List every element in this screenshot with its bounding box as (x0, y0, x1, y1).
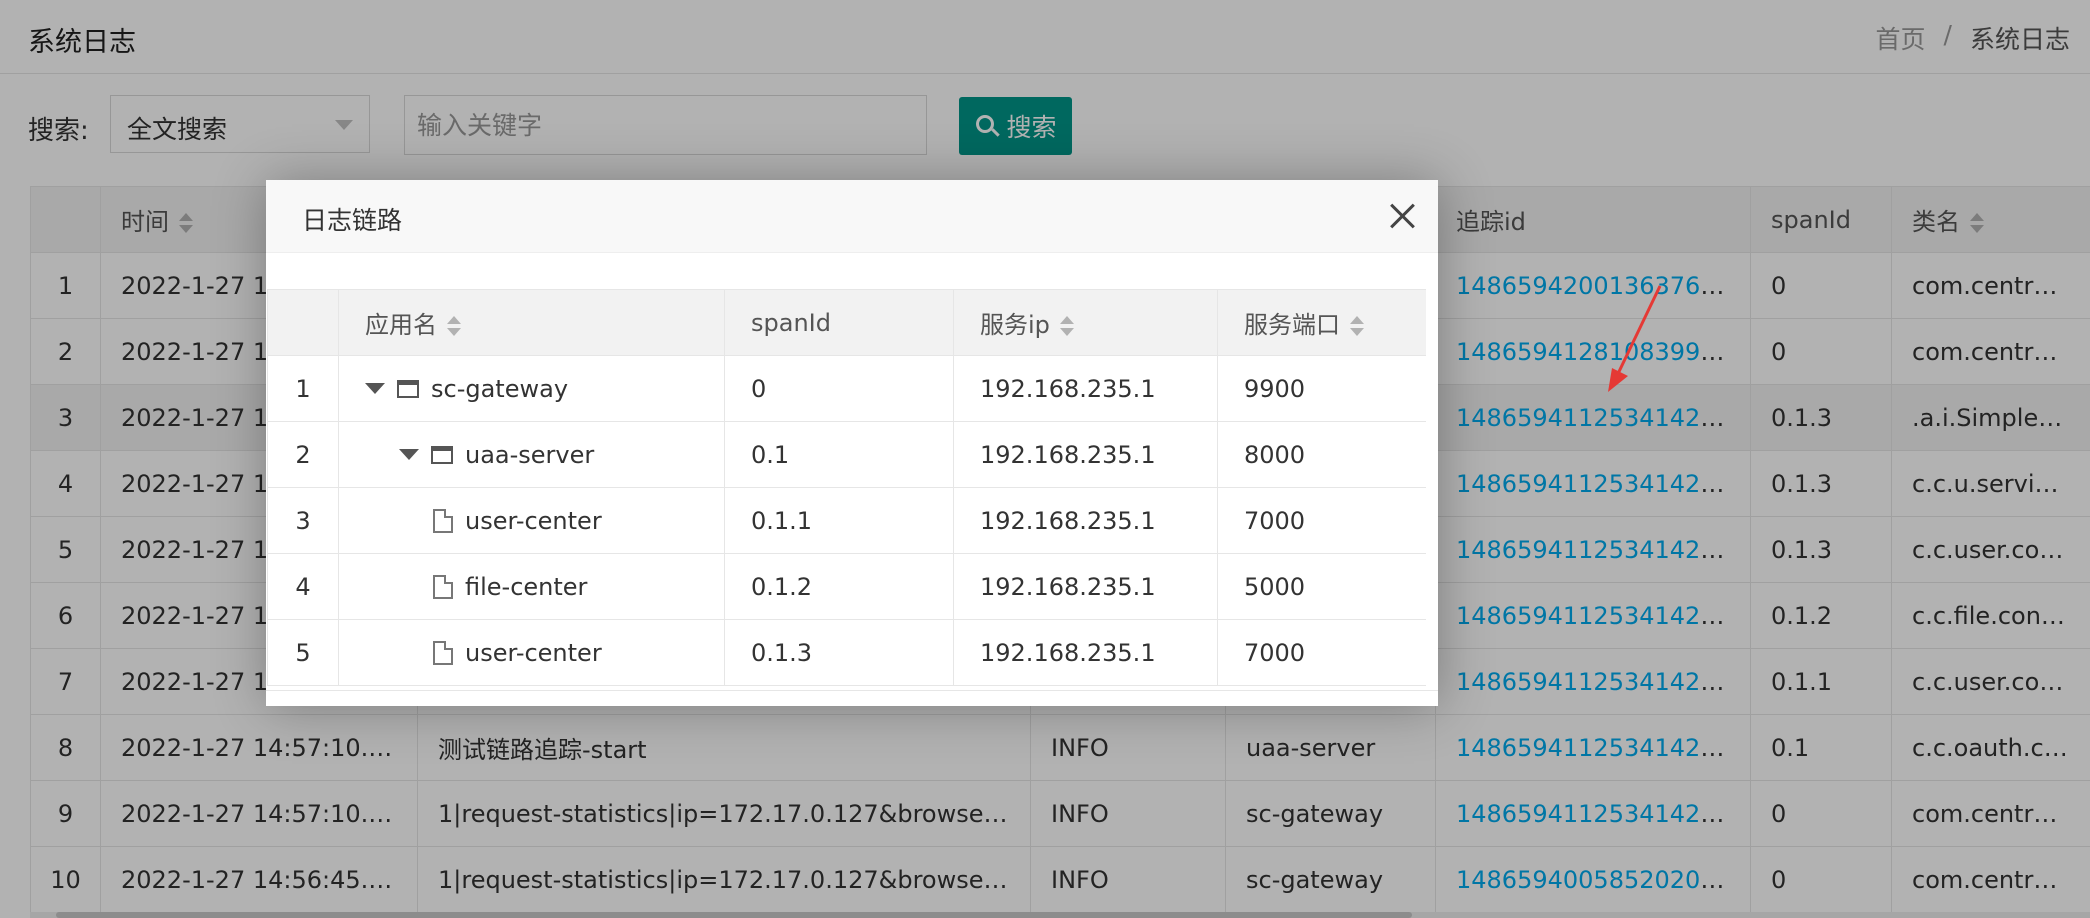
tree-node-cell[interactable]: user-center (338, 619, 725, 686)
tree-node-label: user-center (465, 506, 602, 535)
folder-icon (397, 379, 419, 398)
tree-cell-span-id: 0.1.2 (724, 553, 954, 620)
tree-row-index: 4 (267, 553, 339, 620)
trace-tree-table: 应用名 spanId 服务ip 服务端口 1 sc-gateway 0 192.168… (267, 289, 1428, 686)
tree-cell-ip: 192.168.235.1 (953, 619, 1218, 686)
tree-row-index: 2 (267, 421, 339, 488)
sort-icon (1350, 316, 1364, 336)
annotation-arrow-icon (1608, 285, 1662, 392)
tree-node-label: sc-gateway (431, 374, 569, 403)
expand-toggle-icon[interactable] (399, 449, 419, 460)
tree-header-port[interactable]: 服务端口 (1217, 289, 1428, 356)
tree-node-cell[interactable]: uaa-server (338, 421, 725, 488)
tree-node-label: uaa-server (465, 440, 595, 469)
tree-row[interactable]: 4 file-center 0.1.2 192.168.235.1 5000 (267, 553, 1428, 620)
tree-cell-ip: 192.168.235.1 (953, 421, 1218, 488)
tree-cell-port: 5000 (1217, 553, 1428, 620)
tree-cell-ip: 192.168.235.1 (953, 355, 1218, 422)
tree-cell-span-id: 0.1.3 (724, 619, 954, 686)
tree-cell-span-id: 0.1.1 (724, 487, 954, 554)
dialog-title: 日志链路 (302, 206, 403, 235)
tree-header-index (267, 289, 339, 356)
tree-node-label: user-center (465, 638, 602, 667)
tree-node-cell[interactable]: user-center (338, 487, 725, 554)
tree-row[interactable]: 1 sc-gateway 0 192.168.235.1 9900 (267, 355, 1428, 422)
dialog-footer (266, 690, 1438, 706)
folder-icon (431, 445, 453, 464)
tree-row[interactable]: 3 user-center 0.1.1 192.168.235.1 7000 (267, 487, 1428, 554)
sort-icon (447, 316, 461, 336)
tree-header-span: spanId (724, 289, 954, 356)
tree-row[interactable]: 5 user-center 0.1.3 192.168.235.1 7000 (267, 619, 1428, 686)
file-icon (433, 508, 453, 533)
file-icon (433, 574, 453, 599)
close-icon[interactable] (1388, 202, 1416, 230)
tree-cell-port: 9900 (1217, 355, 1428, 422)
tree-cell-span-id: 0.1 (724, 421, 954, 488)
tree-row[interactable]: 2 uaa-server 0.1 192.168.235.1 8000 (267, 421, 1428, 488)
tree-cell-port: 7000 (1217, 487, 1428, 554)
sort-icon (1059, 316, 1074, 336)
tree-cell-port: 7000 (1217, 619, 1428, 686)
tree-header-ip[interactable]: 服务ip (953, 289, 1218, 356)
tree-header-app[interactable]: 应用名 (338, 289, 725, 356)
tree-row-index: 1 (267, 355, 339, 422)
tree-node-cell[interactable]: sc-gateway (338, 355, 725, 422)
tree-row-index: 5 (267, 619, 339, 686)
log-chain-dialog: 日志链路 应用名 spanId 服务ip 服务端口 1 sc-gateway 0 19… (266, 180, 1438, 706)
tree-cell-port: 8000 (1217, 421, 1428, 488)
file-icon (433, 640, 453, 665)
tree-cell-ip: 192.168.235.1 (953, 553, 1218, 620)
tree-cell-span-id: 0 (724, 355, 954, 422)
tree-node-cell[interactable]: file-center (338, 553, 725, 620)
tree-table-wrap: 应用名 spanId 服务ip 服务端口 1 sc-gateway 0 192.168… (267, 289, 1428, 686)
dialog-header: 日志链路 (266, 180, 1438, 253)
tree-row-index: 3 (267, 487, 339, 554)
dialog-scrollbar[interactable] (1426, 289, 1438, 689)
tree-header-row: 应用名 spanId 服务ip 服务端口 (267, 289, 1428, 356)
tree-cell-ip: 192.168.235.1 (953, 487, 1218, 554)
expand-toggle-icon[interactable] (365, 383, 385, 394)
tree-node-label: file-center (465, 572, 588, 601)
